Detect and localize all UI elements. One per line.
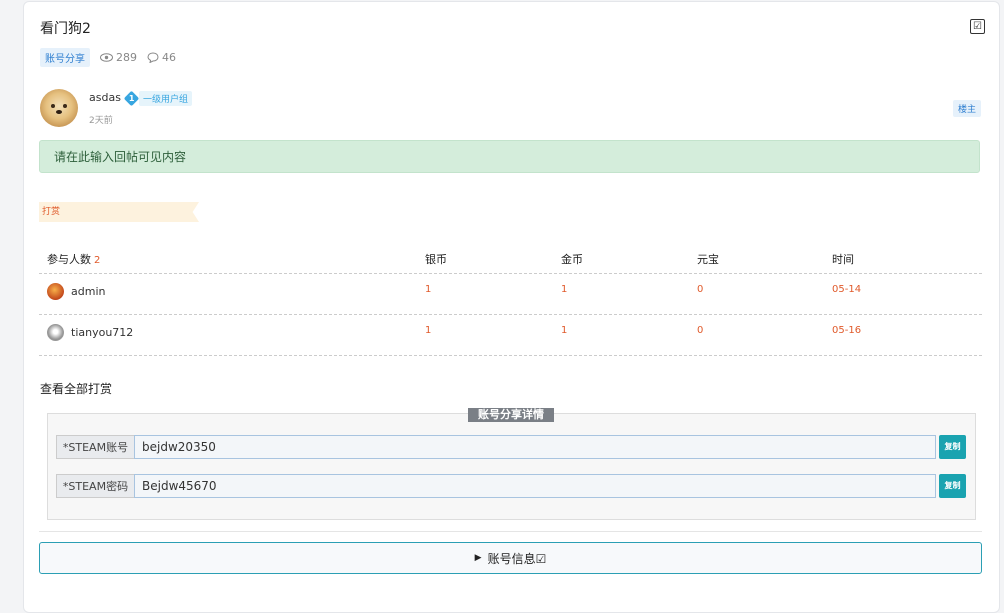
level-name: 一级用户组 xyxy=(139,91,193,106)
yuanbao-value: 0 xyxy=(697,325,704,336)
table-row: tianyou712 1 1 0 05-16 xyxy=(39,315,982,356)
copy-account-button[interactable]: 复制 xyxy=(939,435,966,459)
copy-password-button[interactable]: 复制 xyxy=(939,474,966,498)
user-avatar xyxy=(47,324,64,341)
post-title: 看门狗2 xyxy=(40,21,91,37)
steam-account-row: *STEAM账号 bejdw20350 复制 xyxy=(56,435,966,459)
select-checkbox[interactable]: ☑ xyxy=(970,19,985,34)
comments-count: 46 xyxy=(162,51,176,64)
post-time: 2天前 xyxy=(89,116,113,126)
header-gold: 金币 xyxy=(561,253,583,266)
category-tag[interactable]: 账号分享 xyxy=(40,48,90,67)
header-yuanbao: 元宝 xyxy=(697,253,719,266)
views-count: 289 xyxy=(116,51,137,64)
steam-account-field[interactable]: bejdw20350 xyxy=(134,435,936,459)
account-share-details: 账号分享详情 *STEAM账号 bejdw20350 复制 *STEAM密码 B… xyxy=(47,408,976,520)
reward-user[interactable]: admin xyxy=(47,283,105,300)
header-silver: 银币 xyxy=(425,253,447,266)
author-name[interactable]: asdas xyxy=(89,91,121,104)
account-share-legend: 账号分享详情 xyxy=(468,408,554,422)
silver-value: 1 xyxy=(425,325,432,336)
reward-user[interactable]: tianyou712 xyxy=(47,324,133,341)
divider xyxy=(39,531,982,532)
gold-value: 1 xyxy=(561,325,568,336)
view-all-rewards-link[interactable]: 查看全部打赏 xyxy=(40,380,112,397)
account-info-toggle[interactable]: ▶ 账号信息☑ xyxy=(39,542,982,574)
post-meta: 账号分享 289 46 xyxy=(40,48,186,67)
eye-icon xyxy=(100,53,113,62)
hidden-content-notice: 请在此输入回帖可见内容 xyxy=(39,140,980,173)
table-row: admin 1 1 0 05-14 xyxy=(39,274,982,315)
user-avatar xyxy=(47,283,64,300)
silver-value: 1 xyxy=(425,284,432,295)
owner-badge: 楼主 xyxy=(953,100,982,117)
reward-time: 05-16 xyxy=(832,325,862,336)
user-level-badge: 1 一级用户组 xyxy=(123,90,193,107)
header-participants: 参与人数 2 xyxy=(47,253,101,266)
steam-password-row: *STEAM密码 Bejdw45670 复制 xyxy=(56,474,966,498)
reward-time: 05-14 xyxy=(832,284,862,295)
views-stat: 289 xyxy=(100,51,137,64)
level-diamond-icon: 1 xyxy=(123,90,140,107)
comments-stat: 46 xyxy=(147,51,176,64)
account-info-label: 账号信息☑ xyxy=(487,551,547,566)
reward-ribbon: 打赏 xyxy=(39,202,199,222)
yuanbao-value: 0 xyxy=(697,284,704,295)
comment-icon xyxy=(147,52,159,63)
participants-count: 2 xyxy=(94,255,101,266)
steam-password-field[interactable]: Bejdw45670 xyxy=(134,474,936,498)
expand-triangle-icon: ▶ xyxy=(474,553,482,563)
steam-account-label: *STEAM账号 xyxy=(56,435,134,459)
post-card: 看门狗2 ☑ 账号分享 289 46 asdas 1 一级用户组 2天前 楼主 … xyxy=(23,1,1000,613)
header-time: 时间 xyxy=(832,253,854,266)
reward-table-header: 参与人数 2 银币 金币 元宝 时间 xyxy=(39,242,982,274)
reward-table: 参与人数 2 银币 金币 元宝 时间 admin 1 1 0 05-14 tian… xyxy=(39,242,982,356)
steam-password-label: *STEAM密码 xyxy=(56,474,134,498)
author-avatar[interactable] xyxy=(40,89,78,127)
gold-value: 1 xyxy=(561,284,568,295)
